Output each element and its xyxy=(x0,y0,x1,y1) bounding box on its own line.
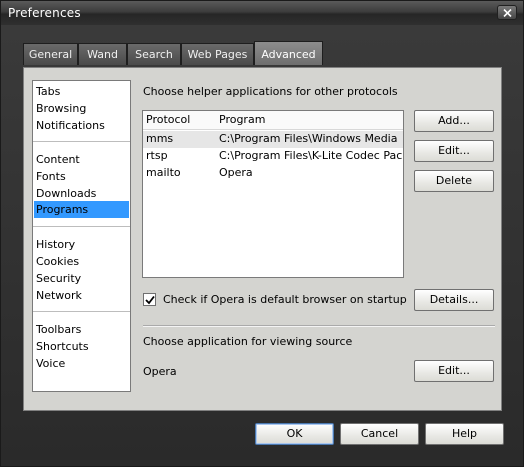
default-browser-label[interactable]: Check if Opera is default browser on sta… xyxy=(163,293,407,306)
table-header: Protocol Program xyxy=(143,111,403,130)
ok-button[interactable]: OK xyxy=(255,423,334,445)
table-row[interactable]: mailto Opera xyxy=(143,165,403,182)
sidebar-item-toolbars[interactable]: Toolbars xyxy=(34,321,129,338)
help-button[interactable]: Help xyxy=(425,423,504,445)
table-row[interactable]: rtsp C:\Program Files\K-Lite Codec Pack.… xyxy=(143,148,403,165)
program-cell: C:\Program Files\K-Lite Codec Pack... xyxy=(219,149,402,162)
category-list: Tabs Browsing Notifications Content Font… xyxy=(32,80,131,392)
protocol-cell: mailto xyxy=(146,166,181,179)
tab-advanced[interactable]: Advanced xyxy=(254,41,323,65)
sidebar-item-fonts[interactable]: Fonts xyxy=(34,168,129,185)
title-bar[interactable]: Preferences xyxy=(1,1,523,25)
sidebar-item-browsing[interactable]: Browsing xyxy=(34,100,129,117)
sidebar-item-security[interactable]: Security xyxy=(34,270,129,287)
close-icon xyxy=(503,9,512,17)
tab-web-pages[interactable]: Web Pages xyxy=(181,43,254,65)
column-header-protocol[interactable]: Protocol xyxy=(146,112,216,128)
protocol-cell: rtsp xyxy=(146,149,168,162)
sidebar-item-notifications[interactable]: Notifications xyxy=(34,117,129,134)
edit-source-viewer-button[interactable]: Edit... xyxy=(414,360,494,382)
table-row[interactable]: mms C:\Program Files\Windows Media Pl... xyxy=(143,131,403,148)
cancel-button[interactable]: Cancel xyxy=(340,423,419,445)
details-button[interactable]: Details... xyxy=(414,289,494,311)
sidebar-item-programs[interactable]: Programs xyxy=(34,201,129,218)
edit-protocol-button[interactable]: Edit... xyxy=(414,140,494,162)
sidebar-item-voice[interactable]: Voice xyxy=(34,355,129,372)
column-header-program[interactable]: Program xyxy=(219,112,399,128)
tab-search[interactable]: Search xyxy=(127,43,181,65)
tab-wand[interactable]: Wand xyxy=(78,43,127,65)
program-cell: C:\Program Files\Windows Media Pl... xyxy=(219,132,402,145)
protocol-cell: mms xyxy=(146,132,174,145)
window-title: Preferences xyxy=(8,6,81,20)
sidebar-item-shortcuts[interactable]: Shortcuts xyxy=(34,338,129,355)
program-cell: Opera xyxy=(219,166,253,179)
protocols-table: Protocol Program mms C:\Program Files\Wi… xyxy=(142,110,404,278)
sidebar-item-downloads[interactable]: Downloads xyxy=(34,185,129,202)
add-protocol-button[interactable]: Add... xyxy=(414,110,494,132)
tab-general[interactable]: General xyxy=(23,43,78,65)
sidebar-divider xyxy=(33,226,130,227)
source-viewer-heading: Choose application for viewing source xyxy=(143,335,353,348)
sidebar-item-cookies[interactable]: Cookies xyxy=(34,253,129,270)
checkmark-icon xyxy=(145,295,155,305)
source-viewer-value: Opera xyxy=(143,365,177,378)
default-browser-checkbox[interactable] xyxy=(143,293,156,306)
sidebar-item-tabs[interactable]: Tabs xyxy=(34,83,129,100)
sidebar-item-history[interactable]: History xyxy=(34,236,129,253)
close-button[interactable] xyxy=(497,5,517,20)
section-divider xyxy=(143,325,495,326)
sidebar-item-content[interactable]: Content xyxy=(34,151,129,168)
delete-protocol-button[interactable]: Delete xyxy=(414,170,494,192)
preferences-window: Preferences General Wand Search Web Page… xyxy=(0,0,524,467)
sidebar-divider xyxy=(33,311,130,312)
sidebar-divider xyxy=(33,141,130,142)
sidebar-item-network[interactable]: Network xyxy=(34,287,129,304)
protocols-heading: Choose helper applications for other pro… xyxy=(143,85,398,98)
